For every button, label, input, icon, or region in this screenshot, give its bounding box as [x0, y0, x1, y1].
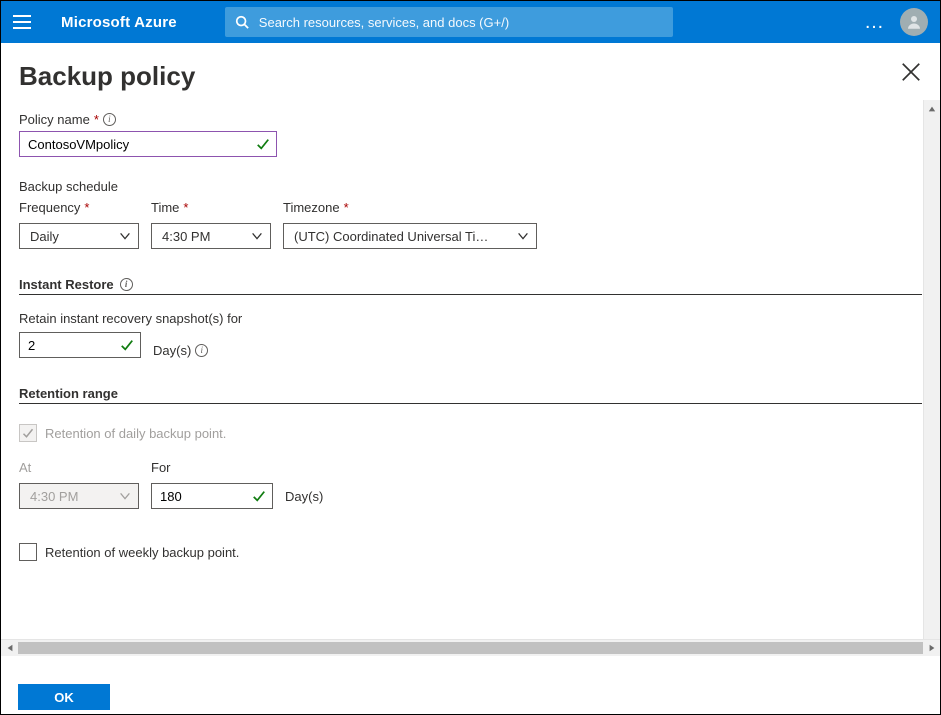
policy-name-label: Policy name * i [19, 112, 922, 127]
instant-retain-input[interactable] [28, 338, 114, 353]
user-icon [905, 13, 923, 31]
time-label: Time* [151, 200, 271, 215]
for-label: For [151, 460, 273, 475]
page-title: Backup policy [19, 61, 900, 92]
chevron-down-icon [516, 229, 530, 243]
daily-retention-row: Retention of daily backup point. [19, 424, 922, 442]
weekly-retention-checkbox[interactable] [19, 543, 37, 561]
timezone-select[interactable]: (UTC) Coordinated Universal Ti… [283, 223, 537, 249]
for-input[interactable] [160, 489, 246, 504]
required-marker: * [94, 112, 99, 127]
hamburger-icon[interactable] [13, 12, 33, 32]
instant-retain-label: Retain instant recovery snapshot(s) for [19, 311, 922, 326]
instant-retain-field[interactable] [19, 332, 141, 358]
check-icon [256, 137, 270, 151]
frequency-select[interactable]: Daily [19, 223, 139, 249]
info-icon[interactable]: i [103, 113, 116, 126]
brand-text: Microsoft Azure [61, 14, 177, 31]
policy-name-input[interactable] [28, 137, 250, 152]
info-icon[interactable]: i [195, 344, 208, 357]
search-placeholder: Search resources, services, and docs (G+… [259, 15, 509, 30]
for-field[interactable] [151, 483, 273, 509]
scrollbar-thumb[interactable] [18, 642, 923, 654]
frequency-label: Frequency* [19, 200, 139, 215]
instant-restore-header: Instant Restore i [19, 277, 922, 295]
horizontal-scrollbar[interactable] [1, 639, 940, 656]
for-unit: Day(s) [285, 483, 323, 509]
check-icon [120, 338, 134, 352]
check-icon [252, 489, 266, 503]
blade-header: Backup policy [1, 43, 940, 100]
at-time-select: 4:30 PM [19, 483, 139, 509]
vertical-scrollbar[interactable] [923, 100, 940, 656]
chevron-down-icon [118, 229, 132, 243]
scroll-left-arrow[interactable] [1, 640, 18, 657]
more-icon[interactable]: … [864, 11, 886, 34]
retention-range-header: Retention range [19, 386, 922, 404]
daily-retention-label: Retention of daily backup point. [45, 426, 226, 441]
top-bar: Microsoft Azure Search resources, servic… [1, 1, 940, 43]
ok-button[interactable]: OK [18, 684, 110, 710]
daily-retention-checkbox [19, 424, 37, 442]
avatar[interactable] [900, 8, 928, 36]
content-scroll-area: Policy name * i Backup schedule Frequenc… [1, 100, 940, 656]
at-label: At [19, 460, 139, 475]
policy-name-field[interactable] [19, 131, 277, 157]
close-button[interactable] [900, 61, 922, 83]
check-icon [22, 427, 34, 439]
close-icon [900, 61, 922, 83]
chevron-down-icon [118, 489, 132, 503]
instant-retain-unit: Day(s) i [153, 343, 208, 358]
chevron-down-icon [250, 229, 264, 243]
time-select[interactable]: 4:30 PM [151, 223, 271, 249]
search-icon [235, 15, 249, 29]
scroll-up-arrow[interactable] [924, 100, 940, 117]
form-content: Policy name * i Backup schedule Frequenc… [1, 100, 940, 565]
scroll-right-arrow[interactable] [923, 640, 940, 657]
schedule-header: Backup schedule [19, 179, 922, 194]
search-input[interactable]: Search resources, services, and docs (G+… [225, 7, 673, 37]
weekly-retention-label: Retention of weekly backup point. [45, 545, 239, 560]
info-icon[interactable]: i [120, 278, 133, 291]
weekly-retention-row: Retention of weekly backup point. [19, 543, 922, 561]
timezone-label: Timezone* [283, 200, 537, 215]
